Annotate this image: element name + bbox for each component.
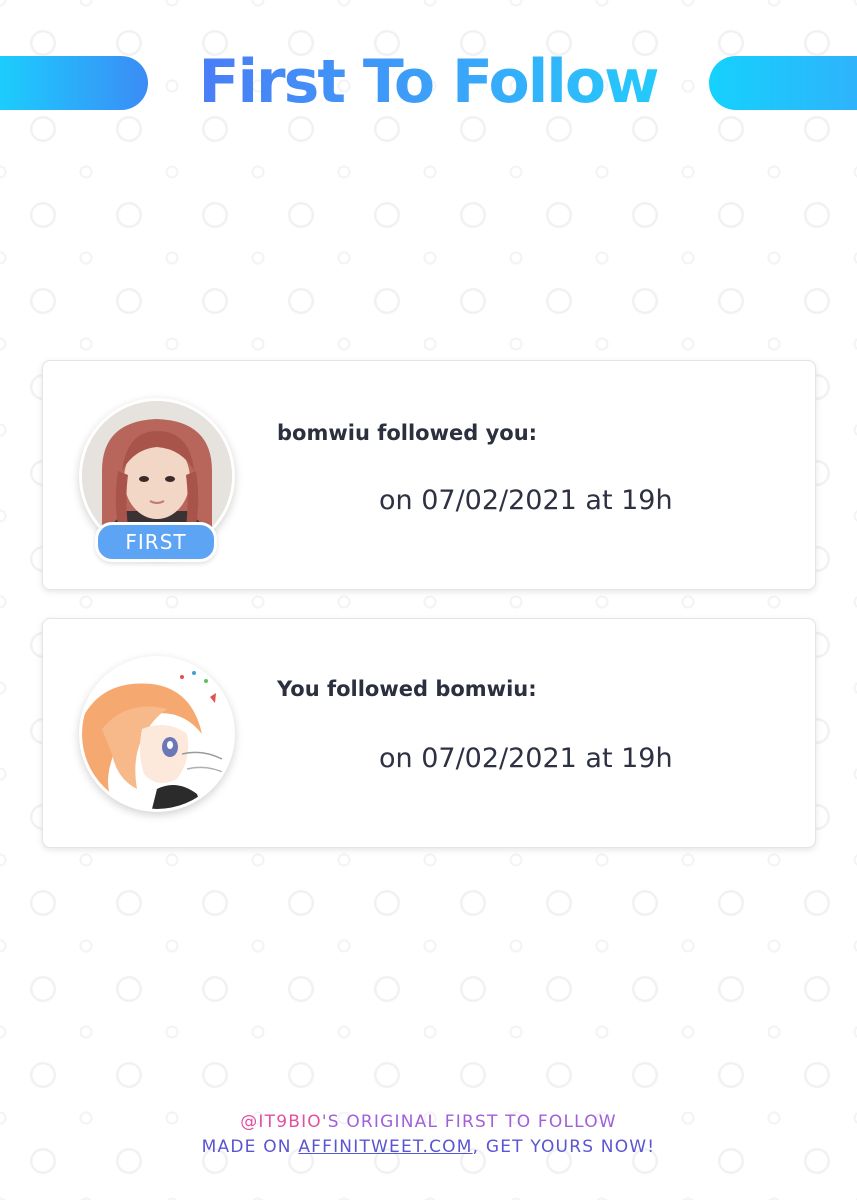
creator-handle[interactable]: @IT9BIO — [240, 1112, 322, 1132]
header-accent-right — [709, 56, 857, 110]
follow-card-first: FIRST bomwiu followed you: on 07/02/2021… — [42, 360, 816, 590]
header-accent-left — [0, 56, 148, 110]
affinitweet-link[interactable]: AFFINITWEET.COM — [298, 1137, 472, 1157]
footer-cta-prefix: MADE ON — [201, 1137, 299, 1157]
follow-date-text: on 07/02/2021 at 19h — [379, 743, 673, 774]
anime-illustration-icon — [82, 659, 232, 809]
footer-credit-line: @IT9BIO'S ORIGINAL FIRST TO FOLLOW — [0, 1110, 857, 1135]
follow-event-text: bomwiu followed you: — [277, 421, 538, 445]
footer-cta-line: MADE ON AFFINITWEET.COM, GET YOURS NOW! — [0, 1135, 857, 1160]
background-pattern — [0, 0, 857, 1200]
follow-event-text: You followed bomwiu: — [277, 677, 537, 701]
footer-cta-suffix: , GET YOURS NOW! — [472, 1137, 656, 1157]
footer: @IT9BIO'S ORIGINAL FIRST TO FOLLOW MADE … — [0, 1110, 857, 1160]
follow-card-second: You followed bomwiu: on 07/02/2021 at 19… — [42, 618, 816, 848]
footer-credit-text: 'S ORIGINAL FIRST TO FOLLOW — [321, 1112, 617, 1132]
avatar[interactable] — [79, 656, 235, 812]
page-title: First To Follow — [148, 42, 708, 122]
follow-date-text: on 07/02/2021 at 19h — [379, 485, 673, 516]
first-badge: FIRST — [95, 522, 217, 562]
